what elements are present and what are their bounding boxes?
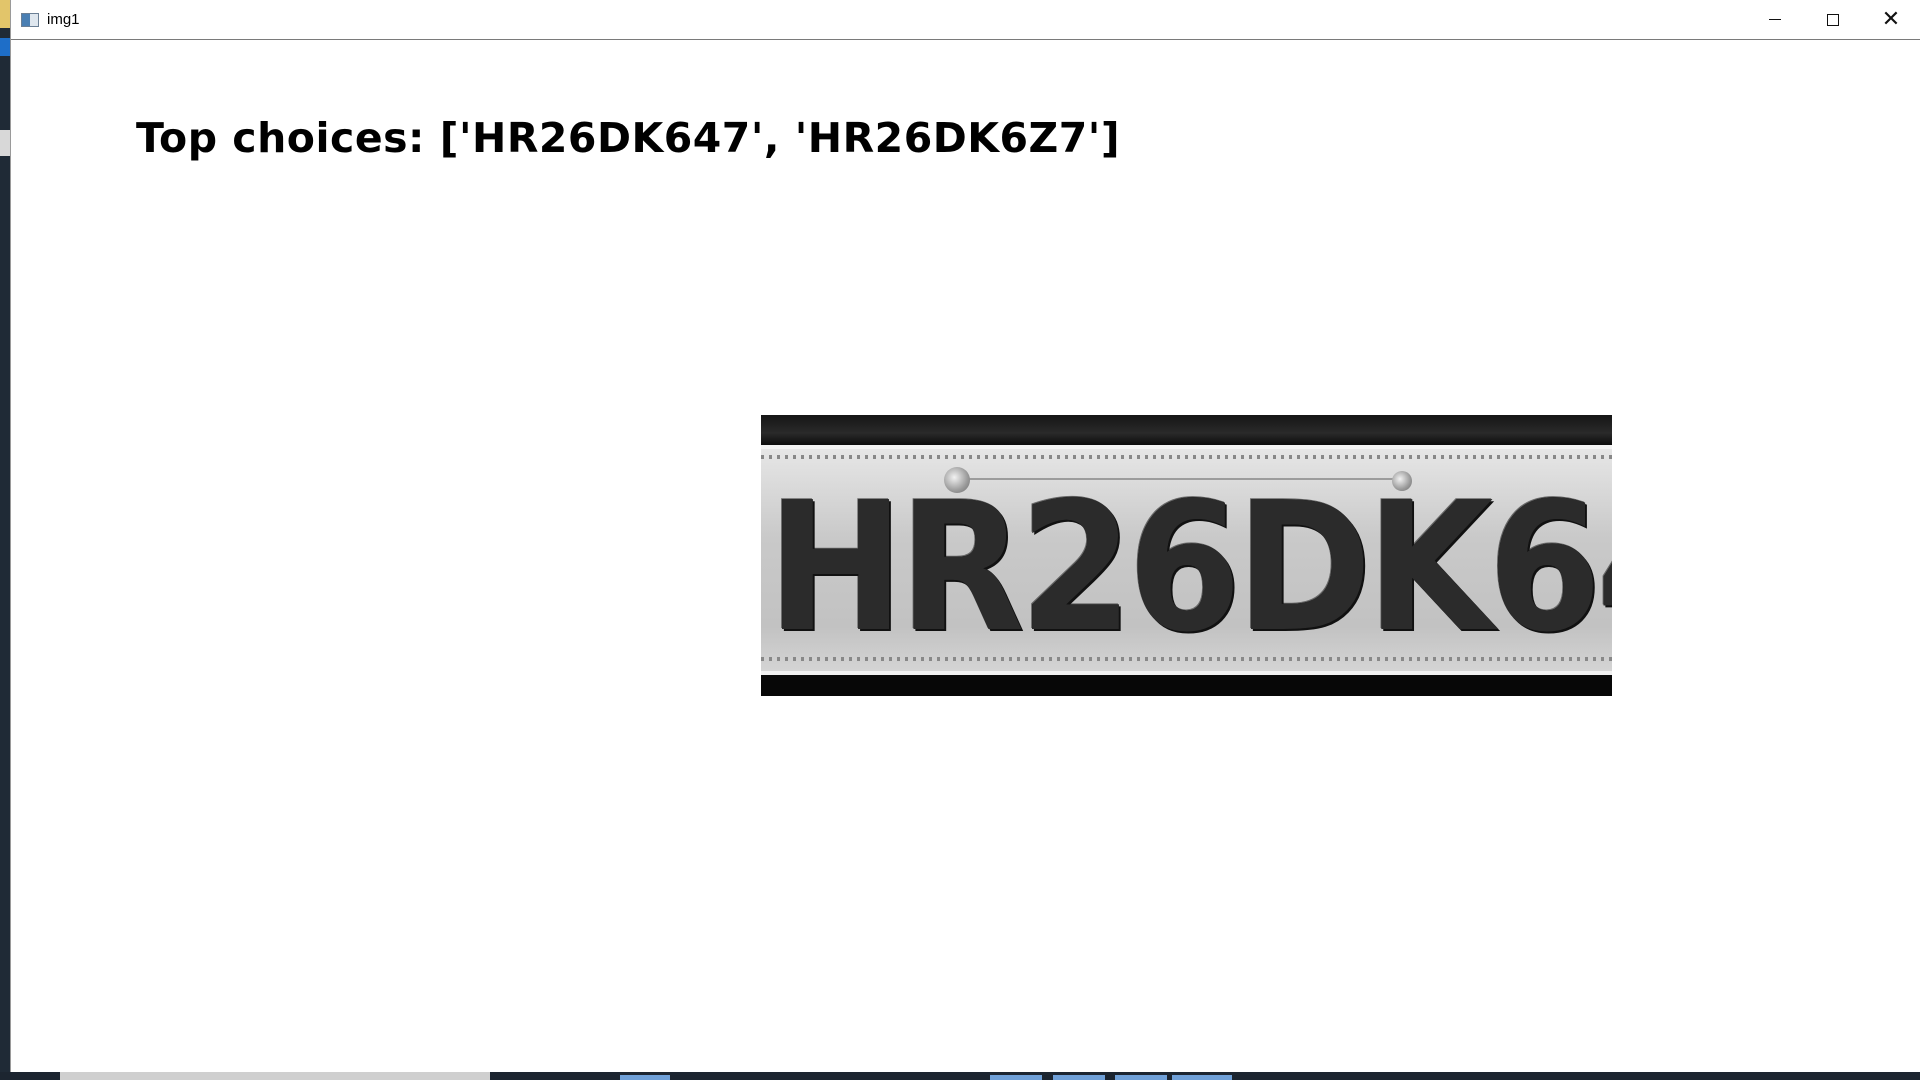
close-icon: ✕ — [1881, 6, 1901, 32]
title-bar[interactable]: img1 ✕ — [11, 0, 1920, 40]
plate-characters: HR26DK6475 — [767, 464, 1612, 671]
taskbar-item[interactable] — [620, 1075, 670, 1080]
license-plate-image: HR26DK6475 — [761, 415, 1612, 696]
taskbar-scroll-strip — [60, 1072, 490, 1080]
taskbar-item[interactable] — [1115, 1075, 1167, 1080]
window-title: img1 — [47, 11, 80, 28]
minimize-button[interactable] — [1746, 0, 1804, 39]
image-canvas: Top choices: ['HR26DK647', 'HR26DK6Z7'] … — [11, 40, 1920, 1072]
ocr-result-text: Top choices: ['HR26DK647', 'HR26DK6Z7'] — [136, 114, 1121, 162]
taskbar-item[interactable] — [1053, 1075, 1105, 1080]
image-window: img1 ✕ Top choices: ['HR26DK647', 'HR26D… — [10, 0, 1920, 1072]
maximize-button[interactable] — [1804, 0, 1862, 39]
maximize-icon — [1827, 13, 1839, 26]
image-window-icon — [21, 12, 39, 27]
plate-face: HR26DK6475 — [761, 445, 1612, 675]
plate-frame-top — [761, 415, 1612, 445]
plate-border-dots — [761, 455, 1612, 459]
minimize-icon — [1769, 19, 1781, 20]
plate-border-dots — [761, 657, 1612, 661]
taskbar-item[interactable] — [990, 1075, 1042, 1080]
taskbar-item[interactable] — [1172, 1075, 1232, 1080]
plate-frame-bottom — [761, 675, 1612, 696]
close-button[interactable]: ✕ — [1862, 0, 1920, 39]
